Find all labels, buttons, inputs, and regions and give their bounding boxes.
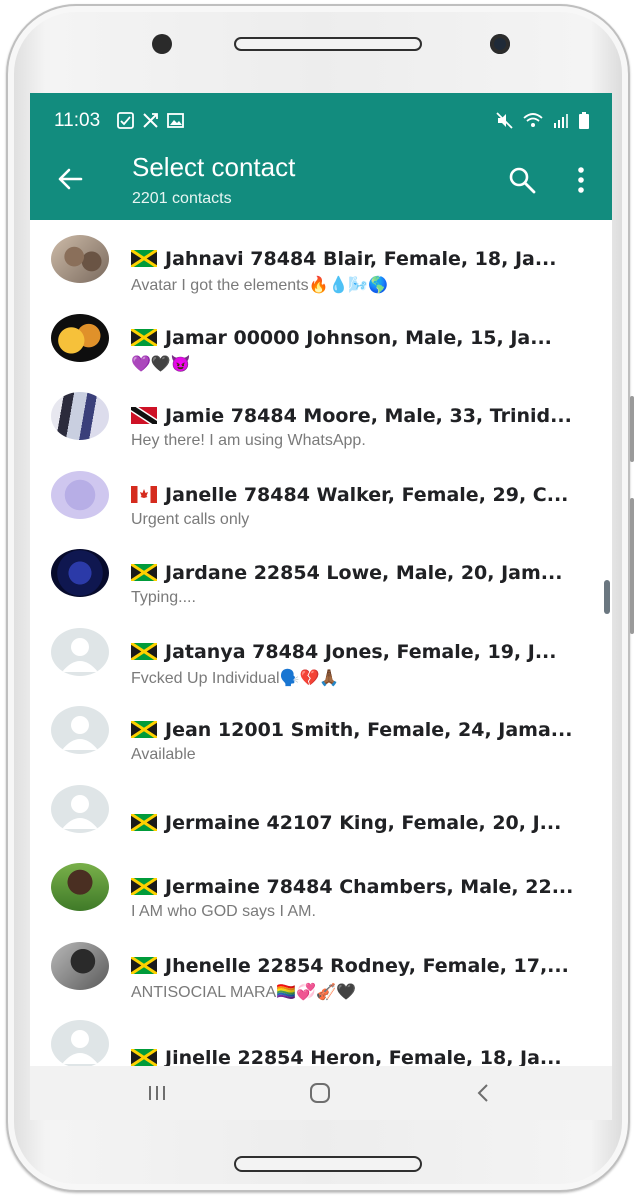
contact-avatar[interactable] — [51, 627, 109, 676]
canada-flag-icon — [131, 485, 157, 503]
contact-row[interactable]: Jamie 78484 Moore, Male, 33, Trinid... He… — [30, 377, 612, 456]
back-arrow-icon[interactable] — [56, 165, 84, 193]
app-bar: 11:03 Select contact 2201 contacts — [30, 93, 612, 220]
wifi-icon — [523, 113, 543, 127]
contact-name-text: Jardane 22854 Lowe, Male, 20, Jam... — [165, 562, 563, 584]
contact-name: Jermaine 78484 Chambers, Male, 22... — [131, 876, 581, 898]
jamaica-flag-icon — [131, 721, 157, 738]
contact-about: I AM who GOD says I AM. — [131, 903, 316, 920]
contact-about: Typing.... — [131, 589, 196, 606]
screen: 11:03 Select contact 2201 contacts Jahna… — [30, 93, 612, 1120]
front-camera — [490, 34, 510, 54]
jamaica-flag-icon — [131, 328, 157, 346]
home-icon[interactable] — [306, 1080, 334, 1106]
contact-avatar[interactable] — [51, 941, 109, 990]
system-nav-bar — [30, 1066, 612, 1120]
contact-name: Jardane 22854 Lowe, Male, 20, Jam... — [131, 562, 581, 584]
front-sensor — [152, 34, 172, 54]
battery-icon — [579, 112, 589, 129]
contact-avatar[interactable] — [51, 784, 109, 833]
contact-name-text: Jean 12001 Smith, Female, 24, Jama... — [165, 719, 573, 741]
signal-icon — [554, 114, 568, 128]
contact-name-text: Jhenelle 22854 Rodney, Female, 17,... — [165, 954, 569, 977]
recent-apps-icon[interactable] — [143, 1080, 171, 1106]
contact-name-text: Jahnavi 78484 Blair, Female, 18, Ja... — [165, 248, 557, 270]
volume-button — [630, 396, 634, 462]
contact-row[interactable]: Jatanya 78484 Jones, Female, 19, J... Fvc… — [30, 613, 612, 692]
contact-row[interactable]: Jardane 22854 Lowe, Male, 20, Jam... Typi… — [30, 534, 612, 613]
contact-about: 💜🖤😈 — [131, 355, 191, 373]
contact-name-text: Jamie 78484 Moore, Male, 33, Trinid... — [165, 405, 572, 427]
trinidad-flag-icon — [131, 407, 157, 424]
power-button — [630, 498, 634, 634]
contact-count: 2201 contacts — [132, 190, 232, 207]
contact-name: Jamar 00000 Johnson, Male, 15, Ja... — [131, 327, 581, 349]
contact-about: Fvcked Up Individual🗣️💔🙏🏾 — [131, 669, 340, 687]
contact-row[interactable]: Jamar 00000 Johnson, Male, 15, Ja... 💜🖤😈 — [30, 299, 612, 378]
default-avatar-icon — [51, 784, 109, 833]
page-title: Select contact — [132, 152, 296, 182]
contact-avatar[interactable] — [51, 235, 109, 283]
status-right-icons — [495, 111, 590, 130]
bottom-speaker — [234, 1156, 422, 1172]
contact-about: ANTISOCIAL MARA🏳️‍🌈💞🎻🖤 — [131, 983, 356, 1001]
back-nav-icon[interactable] — [470, 1080, 498, 1106]
checkbox-icon — [117, 112, 134, 129]
contact-avatar[interactable] — [51, 470, 109, 519]
contact-name-text: Jamar 00000 Johnson, Male, 15, Ja... — [165, 326, 552, 349]
contact-row[interactable]: Jermaine 78484 Chambers, Male, 22... I AM… — [30, 848, 612, 927]
contact-name: Jamie 78484 Moore, Male, 33, Trinid... — [131, 405, 581, 427]
contact-avatar[interactable] — [51, 1020, 109, 1068]
contact-name-text: Jatanya 78484 Jones, Female, 19, J... — [165, 640, 557, 663]
search-icon[interactable] — [508, 166, 536, 194]
contact-about: Available — [131, 746, 196, 763]
contact-name: Jean 12001 Smith, Female, 24, Jama... — [131, 719, 581, 741]
contact-name: Jermaine 42107 King, Female, 20, J... — [131, 812, 581, 834]
contact-about: Urgent calls only — [131, 510, 250, 528]
contact-row[interactable]: Jean 12001 Smith, Female, 24, Jama... Ava… — [30, 691, 612, 770]
contact-name: Jatanya 78484 Jones, Female, 19, J... — [131, 641, 581, 663]
contact-name: Jahnavi 78484 Blair, Female, 18, Ja... — [131, 248, 581, 270]
contact-name: Janelle 78484 Walker, Female, 29, C... — [131, 484, 581, 506]
jamaica-flag-icon — [131, 813, 157, 831]
jamaica-flag-icon — [131, 956, 157, 974]
more-options-icon[interactable] — [570, 166, 592, 194]
contact-row[interactable]: Jhenelle 22854 Rodney, Female, 17,... ANT… — [30, 927, 612, 1006]
contact-row[interactable]: Janelle 78484 Walker, Female, 29, C... Ur… — [30, 456, 612, 535]
contact-row[interactable]: Jermaine 42107 King, Female, 20, J... — [30, 770, 612, 849]
status-time: 11:03 — [54, 110, 101, 131]
jamaica-flag-icon — [131, 564, 157, 581]
image-icon — [167, 113, 184, 128]
contact-name-text: Jermaine 78484 Chambers, Male, 22... — [165, 876, 574, 898]
contact-about: Hey there! I am using WhatsApp. — [131, 432, 366, 449]
contact-avatar[interactable] — [51, 313, 109, 362]
jamaica-flag-icon — [131, 1049, 157, 1066]
jamaica-flag-icon — [131, 878, 157, 895]
default-avatar-icon — [51, 1020, 109, 1068]
mute-icon — [496, 112, 513, 129]
contact-avatar[interactable] — [51, 549, 109, 597]
jamaica-flag-icon — [131, 250, 157, 267]
contact-avatar[interactable] — [51, 392, 109, 440]
jamaica-flag-icon — [131, 642, 157, 660]
contact-about: Avatar I got the elements🔥💧🌬️🌎 — [131, 277, 389, 294]
default-avatar-icon — [51, 706, 109, 754]
contact-row[interactable]: Jahnavi 78484 Blair, Female, 18, Ja... Av… — [30, 220, 612, 299]
default-avatar-icon — [51, 627, 109, 676]
contact-name-text: Janelle 78484 Walker, Female, 29, C... — [165, 483, 569, 506]
status-left-icons — [116, 111, 185, 130]
contact-avatar[interactable] — [51, 863, 109, 911]
scrollbar[interactable] — [604, 580, 610, 614]
contact-avatar[interactable] — [51, 706, 109, 754]
contact-name-text: Jermaine 42107 King, Female, 20, J... — [165, 811, 562, 834]
missed-call-icon — [143, 113, 158, 128]
earpiece-speaker — [234, 37, 422, 51]
contact-name: Jhenelle 22854 Rodney, Female, 17,... — [131, 955, 581, 977]
contact-list: Jahnavi 78484 Blair, Female, 18, Ja... Av… — [30, 220, 612, 1084]
